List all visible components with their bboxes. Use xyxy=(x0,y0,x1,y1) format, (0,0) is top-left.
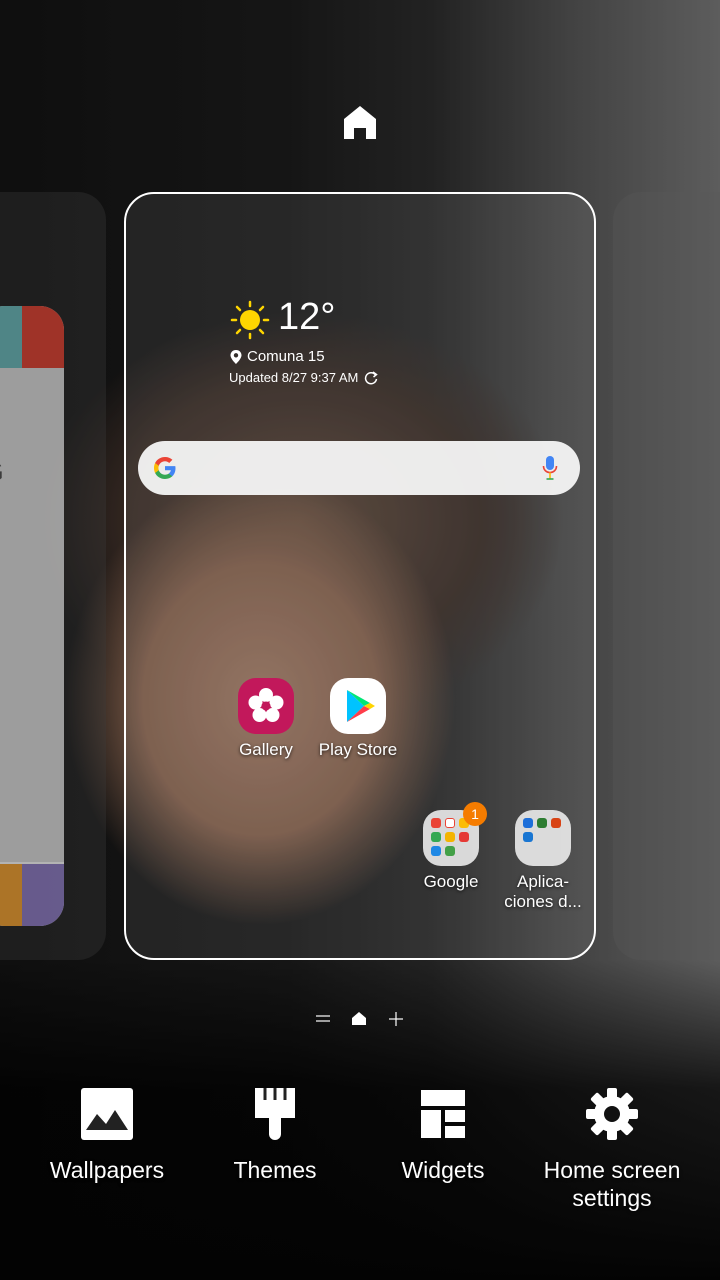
refresh-icon[interactable] xyxy=(364,370,379,385)
folder-google[interactable]: 1 Google xyxy=(401,802,501,892)
weather-location: Comuna 15 xyxy=(230,348,325,365)
gallery-flower-icon xyxy=(238,678,294,734)
wallpapers-icon xyxy=(81,1088,133,1140)
folder-google-icon: 1 xyxy=(423,802,487,866)
weather-temperature: 12° xyxy=(278,296,336,338)
add-page-icon xyxy=(389,1012,403,1026)
folder-microsoft-apps-icon xyxy=(515,810,571,866)
folder-label-google: Google xyxy=(423,872,479,891)
notification-badge: 1 xyxy=(463,802,487,826)
wallpapers-button[interactable]: Wallpapers xyxy=(17,1080,197,1184)
location-pin-icon xyxy=(230,349,242,364)
google-search-bar[interactable] xyxy=(138,441,580,495)
home-screen-settings-label: Home screen settings xyxy=(543,1157,681,1211)
home-screen-settings-button[interactable]: Home screen settings xyxy=(522,1080,702,1212)
sunny-icon xyxy=(230,300,270,340)
folder-label-aplicaciones: Aplica- ciones d... xyxy=(504,872,582,911)
default-home-page-icon[interactable] xyxy=(341,103,379,141)
app-play-store[interactable]: Play Store xyxy=(308,678,408,760)
themes-button[interactable]: Themes xyxy=(185,1080,365,1184)
next-page-preview[interactable] xyxy=(613,192,720,960)
folder-aplicaciones[interactable]: Aplica- ciones d... xyxy=(493,810,593,912)
wallpapers-label: Wallpapers xyxy=(49,1157,165,1183)
app-label-gallery: Gallery xyxy=(239,740,293,759)
widgets-label: Widgets xyxy=(401,1157,485,1183)
themes-label: Themes xyxy=(233,1157,317,1183)
weather-location-label: Comuna 15 xyxy=(247,348,325,365)
widgets-icon xyxy=(421,1090,465,1138)
page-indicators[interactable] xyxy=(312,1010,412,1028)
play-store-icon xyxy=(330,678,386,734)
weather-updated: Updated 8/27 9:37 AM xyxy=(229,370,379,385)
microphone-icon[interactable] xyxy=(542,455,558,481)
app-label-play-store: Play Store xyxy=(318,740,398,759)
google-g-icon xyxy=(154,457,176,479)
themes-brush-icon xyxy=(255,1088,295,1140)
weather-updated-label: Updated 8/27 9:37 AM xyxy=(229,370,359,385)
previous-page-widget-preview: G xyxy=(0,306,64,926)
gear-icon xyxy=(586,1088,638,1140)
widgets-button[interactable]: Widgets xyxy=(353,1080,533,1184)
menu-lines-icon xyxy=(316,1015,330,1022)
app-gallery[interactable]: Gallery xyxy=(216,678,316,760)
edit-mode-options-bar: Wallpapers Themes Widgets Home screen se… xyxy=(0,1080,720,1230)
home-indicator-icon xyxy=(352,1012,366,1025)
